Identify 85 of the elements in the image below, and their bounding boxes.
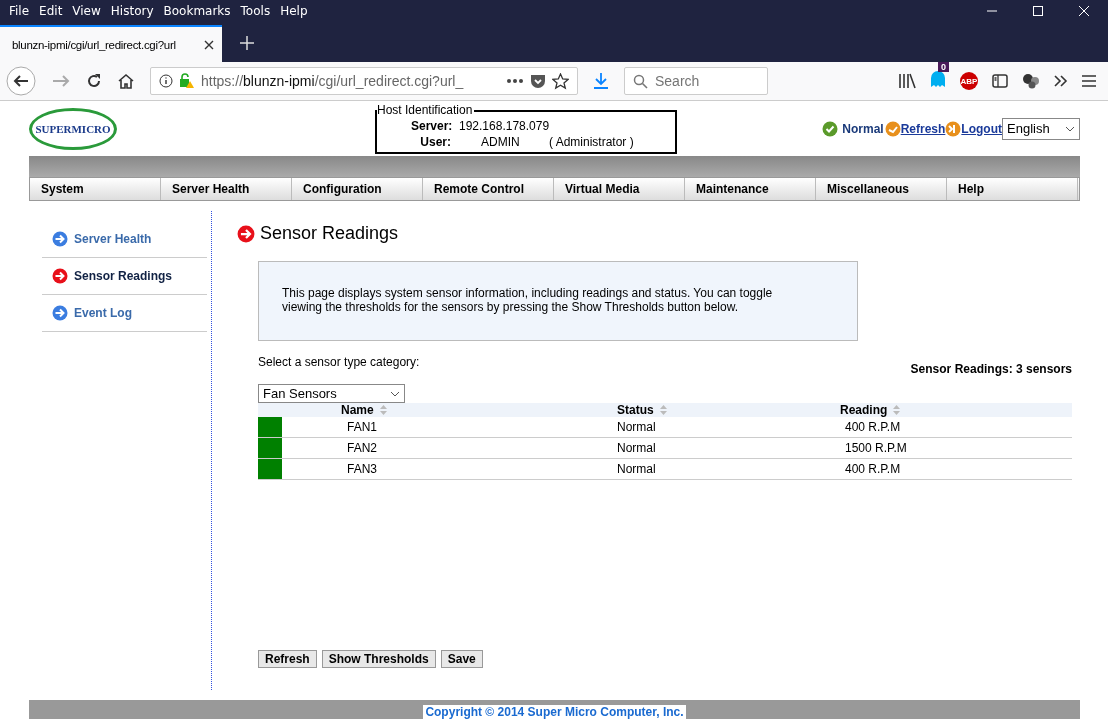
- table-cell-text: 1500 R.P.M: [844, 441, 908, 455]
- nav-menu-item[interactable]: Remote Control: [423, 178, 554, 200]
- sidebar-icon[interactable]: [992, 74, 1008, 88]
- info-text: This page displays system sensor information, including readings and status. You can toggle viewing the thresholds for the sensors by pressing the Show Thresholds button below.: [282, 286, 774, 314]
- url-text: https://blunzn-ipmi/cgi/url_redirect.cgi?url_: [201, 73, 465, 89]
- select-label: Select a sensor type category:: [258, 355, 420, 371]
- field-label: Server:: [411, 117, 451, 134]
- action-button[interactable]: Save: [440, 650, 483, 668]
- action-button[interactable]: Refresh: [258, 650, 317, 668]
- menu-item[interactable]: Tools: [235, 4, 276, 18]
- table-cell-text: Normal: [617, 462, 657, 476]
- nav-menu-item[interactable]: System: [30, 178, 161, 200]
- search-field[interactable]: Search: [624, 67, 768, 95]
- sort-icon: [893, 405, 901, 415]
- check-icon: [822, 120, 839, 137]
- refresh-icon: [884, 120, 901, 137]
- menu-item[interactable]: File: [4, 4, 35, 18]
- menu-item[interactable]: Help: [275, 4, 313, 18]
- nav-menu-item[interactable]: Server Health: [161, 178, 292, 200]
- menu-item[interactable]: View: [67, 4, 106, 18]
- table-cell-text: FAN2: [346, 441, 378, 455]
- sort-icon: [379, 405, 387, 415]
- field-label: User:: [419, 133, 451, 150]
- chevron-icon: [1065, 125, 1075, 132]
- refresh-link[interactable]: Refresh: [900, 121, 946, 136]
- table-cell-text: 400 R.P.M: [844, 420, 902, 434]
- sensor-count: Sensor Readings: 3 sensors: [910, 362, 1072, 376]
- box-legend: Host Identification: [377, 102, 475, 117]
- column-header[interactable]: Reading: [840, 403, 1071, 417]
- star-icon[interactable]: [552, 72, 569, 90]
- sidebar-item[interactable]: Server Health: [42, 221, 207, 258]
- table-cell-text: 400 R.P.M: [844, 462, 902, 476]
- home-icon[interactable]: [118, 73, 134, 89]
- language-select[interactable]: English: [1002, 117, 1080, 140]
- page-title: Sensor Readings: [260, 223, 399, 244]
- status-text: Normal: [842, 121, 884, 136]
- nav-menu-item[interactable]: Miscellaneous: [816, 178, 947, 200]
- menu-item[interactable]: History: [105, 4, 159, 18]
- sidebar-item[interactable]: Sensor Readings: [42, 258, 207, 295]
- sidebar-item[interactable]: Event Log: [42, 295, 207, 332]
- address-bar[interactable]: https://blunzn-ipmi/cgi/url_redirect.cgi?url_: [150, 67, 578, 95]
- library-icon[interactable]: [898, 73, 916, 89]
- role-value: ( Administrator ): [549, 133, 634, 150]
- category-select[interactable]: Fan Sensors: [258, 384, 405, 403]
- nav-menu-item[interactable]: Configuration: [292, 178, 423, 200]
- overflow-icon[interactable]: [1054, 75, 1068, 87]
- count-badge: 0: [938, 62, 949, 72]
- logout-icon: [945, 120, 962, 137]
- menu-icon[interactable]: [1082, 75, 1096, 87]
- back-icon[interactable]: [6, 66, 36, 96]
- nav-menu-item[interactable]: Virtual Media: [554, 178, 685, 200]
- table-cell-text: FAN3: [346, 462, 378, 476]
- download-icon[interactable]: [594, 73, 608, 89]
- browser-tab[interactable]: blunzn-ipmi/cgi/url_redirect.cgi?url: [0, 25, 222, 62]
- arrow-icon: [52, 268, 68, 284]
- plus-icon[interactable]: [240, 36, 254, 50]
- column-header[interactable]: Name: [282, 403, 617, 417]
- more-icon[interactable]: [506, 78, 524, 84]
- nav-menu-item[interactable]: Help: [947, 178, 1078, 200]
- table-cell-text: Normal: [617, 420, 657, 434]
- user-value: ADMIN: [481, 133, 521, 150]
- info-icon[interactable]: [159, 74, 173, 88]
- menu-item[interactable]: Edit: [34, 4, 68, 18]
- server-value: 192.168.178.079: [459, 117, 550, 134]
- sort-icon: [659, 405, 667, 415]
- lock-warning-icon: [179, 73, 195, 89]
- arrow-icon: [52, 305, 68, 321]
- nav-menu-item[interactable]: Maintenance: [685, 178, 816, 200]
- table-cell-text: Normal: [617, 441, 657, 455]
- action-button[interactable]: Show Thresholds: [321, 650, 436, 668]
- logo: SUPERMICRO: [29, 107, 117, 150]
- logout-link[interactable]: Logout: [961, 121, 1002, 136]
- balls-icon[interactable]: [1022, 73, 1040, 89]
- close-icon[interactable]: [204, 39, 214, 50]
- arrow-icon: [52, 231, 68, 247]
- copyright-text: Copyright © 2014 Super Micro Computer, Inc.: [423, 705, 686, 719]
- column-header[interactable]: Status: [617, 403, 840, 417]
- pocket-icon[interactable]: [530, 73, 546, 89]
- chevron-icon: [390, 390, 400, 397]
- adblock-icon[interactable]: ABP: [960, 72, 978, 90]
- reload-icon[interactable]: [86, 73, 102, 89]
- maximize-icon[interactable]: [1032, 5, 1044, 17]
- menu-item[interactable]: Bookmarks: [158, 4, 236, 18]
- table-cell-text: FAN1: [346, 420, 378, 434]
- ghost-icon[interactable]: [930, 70, 946, 88]
